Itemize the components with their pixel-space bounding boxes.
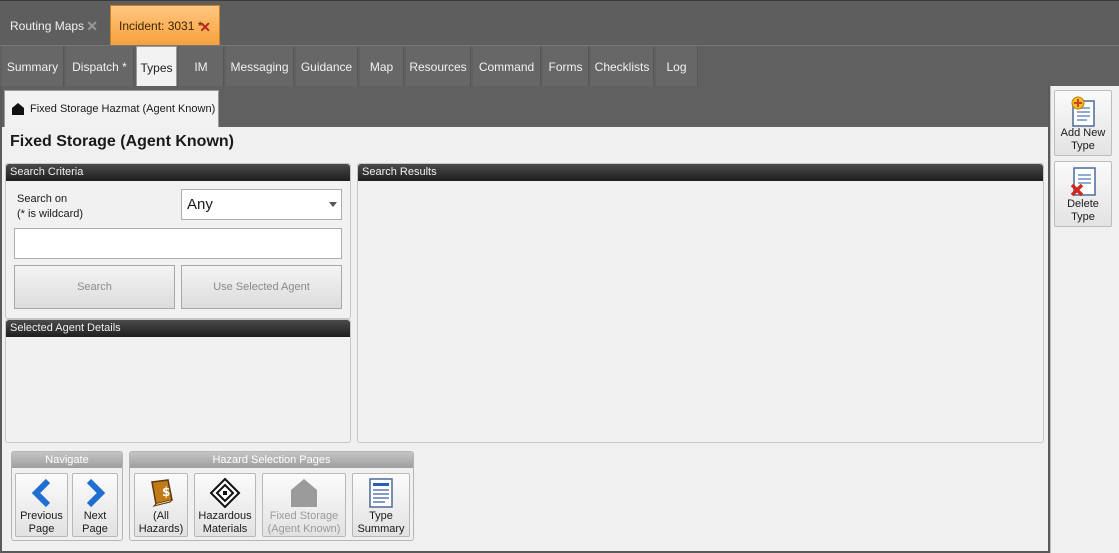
search-on-value: Any (187, 196, 213, 213)
document-tab-bar: Routing Maps ✕ Incident: 3031 * ✕ (0, 0, 1119, 46)
hazardous-materials-button[interactable]: Hazardous Materials (194, 473, 256, 537)
tab-checklists[interactable]: Checklists (591, 46, 654, 87)
navigate-header: Navigate (12, 452, 122, 468)
fixed-storage-label-1: Fixed Storage (269, 510, 339, 522)
selected-agent-details-header: Selected Agent Details (6, 320, 350, 337)
search-criteria-panel: Search Criteria Search on (* is wildcard… (5, 163, 351, 319)
delete-document-icon (1070, 167, 1096, 197)
all-hazards-button[interactable]: $ (All Hazards) (134, 473, 188, 537)
close-icon[interactable]: ✕ (199, 19, 211, 36)
tab-messaging[interactable]: Messaging (226, 46, 294, 87)
hazard-selection-header: Hazard Selection Pages (130, 452, 413, 468)
add-new-type-label-1: Add New (1060, 127, 1106, 139)
svg-text:$: $ (162, 485, 170, 499)
doc-tab-incident[interactable]: Incident: 3031 * ✕ (110, 5, 220, 46)
use-selected-agent-button[interactable]: Use Selected Agent (181, 265, 342, 309)
doc-tab-label: Routing Maps (10, 18, 85, 33)
arrow-right-icon (77, 476, 113, 510)
fixed-storage-button[interactable]: Fixed Storage (Agent Known) (262, 473, 346, 537)
tab-guidance[interactable]: Guidance (296, 46, 358, 87)
delete-type-label-1: Delete (1067, 198, 1099, 210)
search-on-label: Search on (* is wildcard) (17, 192, 83, 222)
doc-tab-routing-maps[interactable]: Routing Maps ✕ (2, 5, 106, 46)
search-on-text: Search on (17, 193, 68, 205)
house-icon (286, 476, 322, 510)
navigate-group: Navigate Previous Page Next Page (11, 451, 123, 541)
tab-dispatch[interactable]: Dispatch * (66, 46, 134, 87)
all-hazards-label-2: Hazards) (138, 523, 184, 535)
subtab-fixed-storage-hazmat[interactable]: Fixed Storage Hazmat (Agent Known) (4, 90, 219, 127)
tab-command[interactable]: Command (473, 46, 541, 87)
house-icon (12, 103, 24, 115)
add-new-type-button[interactable]: Add New Type (1054, 90, 1112, 156)
type-summary-button[interactable]: Type Summary (352, 473, 410, 537)
search-results-header: Search Results (358, 164, 1043, 181)
hazmat-label-2: Materials (202, 523, 248, 535)
hazmat-placard-icon (207, 476, 243, 510)
page-title: Fixed Storage (Agent Known) (10, 133, 234, 150)
types-content: Fixed Storage Hazmat (Agent Known) Fixed… (2, 86, 1048, 551)
next-label-2: Page (82, 523, 108, 535)
hazard-selection-group: Hazard Selection Pages $ (All Hazards) H… (129, 451, 414, 541)
next-label-1: Next (83, 510, 107, 522)
type-summary-label-2: Summary (357, 523, 405, 535)
all-hazards-label-1: (All (153, 510, 169, 522)
search-input[interactable] (14, 228, 342, 259)
right-action-rail: Add New Type Delete Type (1050, 86, 1119, 553)
hazmat-label-1: Hazardous (198, 510, 252, 522)
selected-agent-details-panel: Selected Agent Details (5, 319, 351, 443)
subtab-strip: Fixed Storage Hazmat (Agent Known) (2, 86, 1048, 127)
arrow-left-icon (24, 476, 60, 510)
tab-resources[interactable]: Resources (406, 46, 471, 87)
subtab-label: Fixed Storage Hazmat (Agent Known) (30, 103, 216, 115)
doc-tab-label: Incident: 3031 * (119, 19, 203, 33)
tab-summary[interactable]: Summary (2, 46, 64, 87)
search-results-panel: Search Results (357, 163, 1044, 443)
tab-types[interactable]: Types (136, 46, 177, 88)
close-icon[interactable]: ✕ (86, 18, 98, 35)
incident-tab-bar: Summary Dispatch * Types IM Messaging Gu… (0, 45, 1119, 88)
tab-map[interactable]: Map (360, 46, 404, 87)
search-criteria-header: Search Criteria (6, 164, 350, 181)
document-icon (363, 476, 399, 510)
previous-page-button[interactable]: Previous Page (15, 473, 68, 537)
next-page-button[interactable]: Next Page (72, 473, 118, 537)
tab-im[interactable]: IM (179, 46, 224, 87)
wildcard-hint: (* is wildcard) (17, 208, 84, 220)
delete-type-label-2: Type (1071, 211, 1095, 223)
tab-log[interactable]: Log (656, 46, 698, 87)
search-button[interactable]: Search (14, 265, 175, 309)
chevron-down-icon[interactable] (329, 202, 337, 207)
previous-label-2: Page (28, 523, 55, 535)
type-summary-label-1: Type (369, 510, 393, 522)
tab-forms[interactable]: Forms (543, 46, 589, 87)
add-new-type-label-2: Type (1071, 140, 1095, 152)
fixed-storage-label-2: (Agent Known) (267, 523, 341, 535)
book-icon: $ (143, 476, 179, 510)
add-document-icon (1071, 96, 1095, 127)
delete-type-button[interactable]: Delete Type (1054, 161, 1112, 227)
search-on-dropdown[interactable]: Any (181, 189, 342, 220)
previous-label-1: Previous (20, 510, 63, 522)
